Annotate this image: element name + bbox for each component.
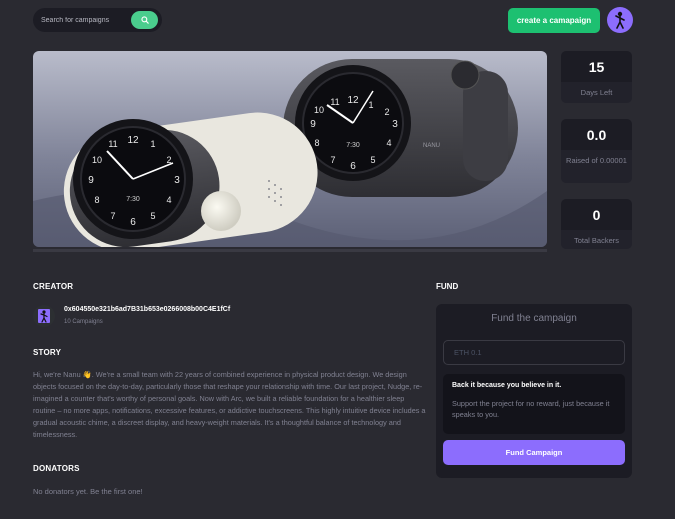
story-text: Hi, we're Nanu 👋. We're a small team wit… [33,370,426,440]
svg-text:5: 5 [150,211,155,221]
svg-text:9: 9 [88,175,94,186]
fund-campaign-button[interactable]: Fund Campaign [443,440,625,465]
profile-avatar[interactable] [607,7,633,33]
clock-time-left: 7:30 [126,196,140,203]
days-left-value: 15 [561,51,632,82]
search-button[interactable] [131,11,158,29]
svg-text:12: 12 [347,95,359,106]
svg-text:4: 4 [166,195,171,205]
user-figure-icon [615,11,625,29]
search-bar [33,8,162,32]
total-backers-value: 0 [561,199,632,230]
create-campaign-button[interactable]: create a camapaign [508,8,600,33]
raised-label: Raised of 0.00001 [561,150,632,183]
total-backers-label: Total Backers [561,230,632,249]
svg-text:1: 1 [150,139,155,149]
svg-text:4: 4 [386,138,391,148]
progress-track [33,249,547,252]
svg-text:6: 6 [130,217,136,228]
raised-value: 0.0 [561,119,632,150]
svg-text:3: 3 [174,175,180,186]
alarm-clocks-illustration: 12 3 6 9 1 2 4 5 7 8 10 11 7:30 NANU 12 … [33,51,547,247]
fund-info-box: Back it because you believe in it. Suppo… [443,374,625,434]
creator-avatar [33,305,55,327]
days-left-label: Days Left [561,82,632,103]
svg-text:8: 8 [314,138,319,148]
search-icon [140,16,149,24]
fund-heading: FUND [436,282,459,291]
creator-campaign-count: 10 Campaigns [64,319,103,325]
svg-text:10: 10 [314,105,324,115]
user-figure-icon [38,309,50,323]
donators-heading: DONATORS [33,464,80,473]
svg-text:12: 12 [127,135,139,146]
fund-info-text: Support the project for no reward, just … [452,399,610,419]
creator-address: 0x604550e321b6ad7B31b653e0266008b00C4E1f… [64,306,231,313]
donators-empty-message: No donators yet. Be the first one! [33,487,143,496]
creator-heading: CREATOR [33,282,74,291]
fund-amount-input[interactable]: ETH 0.1 [443,340,625,365]
fund-card-title: Fund the campaign [491,313,577,324]
svg-text:9: 9 [310,119,316,130]
svg-text:3: 3 [392,119,398,130]
svg-text:11: 11 [108,139,117,149]
svg-text:7: 7 [330,155,335,165]
fund-card: Fund the campaign ETH 0.1 Back it becaus… [436,304,632,478]
fund-info-title: Back it because you believe in it. [452,382,562,389]
campaign-image: 12 3 6 9 1 2 4 5 7 8 10 11 7:30 NANU 12 … [33,51,547,247]
svg-text:8: 8 [94,195,99,205]
search-input[interactable] [33,16,123,24]
svg-text:2: 2 [384,107,389,117]
svg-text:11: 11 [330,97,339,107]
svg-text:6: 6 [350,161,356,172]
svg-text:1: 1 [368,100,373,110]
clock-brand: NANU [423,143,440,149]
svg-text:7: 7 [110,211,115,221]
story-heading: STORY [33,348,62,357]
svg-text:5: 5 [370,155,375,165]
svg-text:10: 10 [92,155,102,165]
clock-time-right: 7:30 [346,142,360,149]
